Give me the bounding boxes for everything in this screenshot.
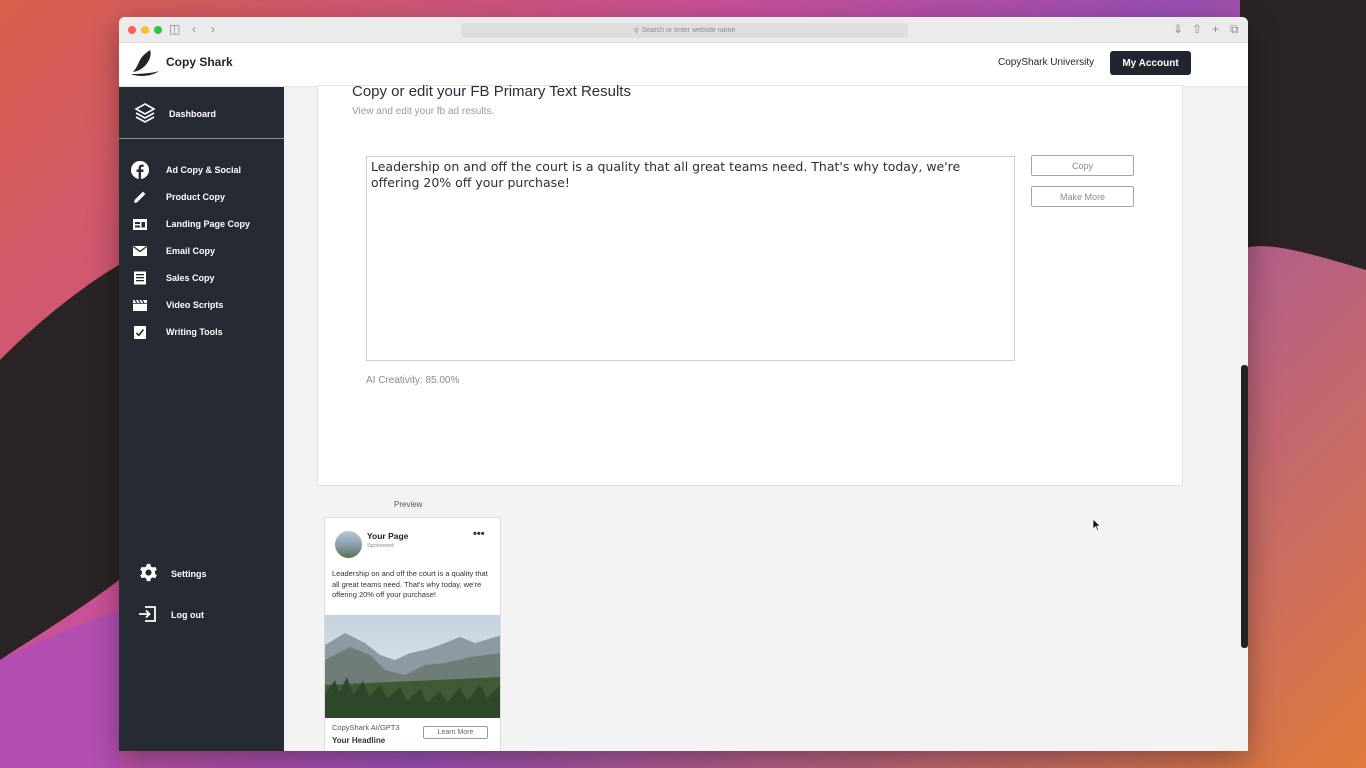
sidebar-item-ad-copy-social[interactable]: Ad Copy & Social <box>119 159 284 181</box>
sidebar-item-dashboard[interactable]: Dashboard <box>119 87 284 139</box>
browser-titlebar: ◫ ‹ › ⚲ Search or enter website name ⇓ ⇧… <box>119 17 1248 43</box>
brand-name[interactable]: Copy Shark <box>166 55 233 69</box>
copy-button[interactable]: Copy <box>1031 155 1134 176</box>
shark-fin-logo-icon[interactable] <box>129 47 161 79</box>
share-icon[interactable]: ⇧ <box>1192 22 1202 36</box>
pencil-icon <box>134 191 146 203</box>
sidebar-item-settings[interactable]: Settings <box>119 561 284 587</box>
sidebar-item-label: Log out <box>171 610 204 620</box>
sidebar-toggle-icon[interactable]: ◫ <box>169 22 180 36</box>
back-icon[interactable]: ‹ <box>192 22 196 36</box>
new-tab-icon[interactable]: + <box>1212 22 1219 36</box>
sidebar-item-video-scripts[interactable]: Video Scripts <box>119 294 284 316</box>
logout-icon <box>139 606 156 622</box>
checklist-icon <box>134 326 146 339</box>
ai-creativity-label: AI Creativity: <box>366 375 423 386</box>
tab-overview-icon[interactable]: ⧉ <box>1230 22 1239 36</box>
minimize-window-button[interactable] <box>141 26 149 34</box>
sidebar-item-logout[interactable]: Log out <box>119 602 284 628</box>
clapperboard-icon <box>133 299 147 311</box>
sidebar-item-writing-tools[interactable]: Writing Tools <box>119 321 284 343</box>
my-account-button[interactable]: My Account <box>1110 51 1191 75</box>
search-icon: ⚲ <box>633 27 639 35</box>
window-controls <box>128 26 162 34</box>
document-icon <box>134 271 146 285</box>
forward-icon[interactable]: › <box>211 22 215 36</box>
sidebar-item-product-copy[interactable]: Product Copy <box>119 186 284 208</box>
ai-creativity-readout: AI Creativity: 85.00% <box>366 375 459 386</box>
sidebar-item-sales-copy[interactable]: Sales Copy <box>119 267 284 289</box>
page-title: Copy or edit your FB Primary Text Result… <box>352 83 631 100</box>
sidebar-item-label: Writing Tools <box>166 327 223 337</box>
sidebar-item-label: Landing Page Copy <box>166 219 251 229</box>
ad-body-text: Leadership on and off the court is a qua… <box>332 569 488 600</box>
result-text-area[interactable]: Leadership on and off the court is a qua… <box>366 156 1015 361</box>
preview-label: Preview <box>394 500 423 509</box>
sidebar-item-label: Dashboard <box>169 109 217 119</box>
sidebar-item-landing-page-copy[interactable]: Landing Page Copy <box>119 213 284 235</box>
more-options-icon[interactable]: ••• <box>473 528 485 540</box>
ad-image <box>325 615 500 718</box>
landing-page-icon <box>133 219 147 230</box>
learn-more-button[interactable]: Learn More <box>423 726 488 739</box>
main-content: Copy or edit your FB Primary Text Result… <box>284 83 1248 751</box>
maximize-window-button[interactable] <box>154 26 162 34</box>
download-icon[interactable]: ⇓ <box>1173 22 1183 36</box>
university-link[interactable]: CopyShark University <box>998 57 1094 68</box>
close-window-button[interactable] <box>128 26 136 34</box>
ad-page-name: Your Page <box>367 531 409 541</box>
sidebar-item-label: Video Scripts <box>166 300 224 310</box>
mouse-cursor-icon <box>1093 519 1102 532</box>
sidebar-item-label: Ad Copy & Social <box>166 165 242 175</box>
layers-icon <box>134 103 156 123</box>
ad-preview-card: Your Page Sponsored ••• Leadership on an… <box>324 517 501 751</box>
page-scrollbar[interactable] <box>1241 365 1248 648</box>
ad-source-text: CopyShark AI/GPT3 <box>332 723 400 732</box>
address-placeholder: Search or enter website name <box>641 27 736 34</box>
ad-sponsored-label: Sponsored <box>367 543 394 549</box>
browser-window: ◫ ‹ › ⚲ Search or enter website name ⇓ ⇧… <box>119 17 1248 751</box>
page-subtitle: View and edit your fb ad results. <box>352 106 495 117</box>
results-card: Copy or edit your FB Primary Text Result… <box>317 83 1183 486</box>
facebook-icon <box>131 161 149 179</box>
sidebar: Dashboard Ad Copy & Social Product Copy … <box>119 87 284 751</box>
sidebar-item-label: Settings <box>171 569 207 579</box>
make-more-button[interactable]: Make More <box>1031 186 1134 207</box>
sidebar-item-email-copy[interactable]: Email Copy <box>119 240 284 262</box>
app-header: Copy Shark CopyShark University My Accou… <box>119 43 1248 87</box>
envelope-icon <box>133 245 147 256</box>
address-bar[interactable]: ⚲ Search or enter website name <box>461 23 908 38</box>
sidebar-item-label: Sales Copy <box>166 273 215 283</box>
page-avatar <box>335 531 362 558</box>
sidebar-item-label: Product Copy <box>166 192 226 202</box>
gear-icon <box>140 563 157 582</box>
ad-headline: Your Headline <box>332 736 386 745</box>
ai-creativity-value: 85.00% <box>425 375 460 386</box>
sidebar-item-label: Email Copy <box>166 246 216 256</box>
